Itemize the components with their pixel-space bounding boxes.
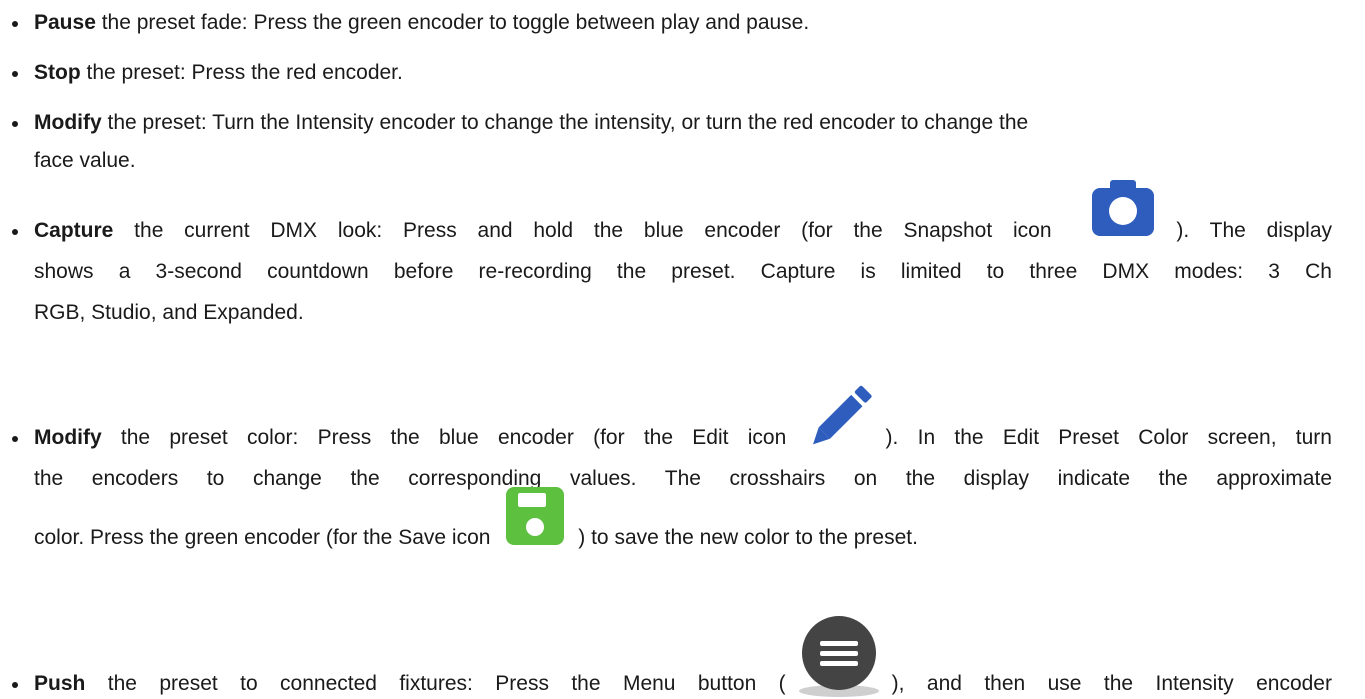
list-item-modify-color: Modify the preset color: Press the blue …	[12, 380, 1352, 605]
list-item-pause: Pause the preset fade: Press the green e…	[12, 10, 1352, 38]
list-item-line: Stop the preset: Press the red encoder.	[34, 60, 403, 86]
list-item-line: Modify the preset: Turn the Intensity en…	[34, 110, 1028, 136]
keyword: Modify	[34, 111, 102, 134]
keyword: Stop	[34, 61, 81, 84]
bullet	[12, 682, 18, 688]
item-text: the preset color: Press the blue encoder…	[101, 426, 806, 449]
keyword: Modify	[34, 426, 102, 449]
bullet	[12, 71, 18, 77]
list-item-line: face value.	[34, 148, 136, 174]
item-text: ), and then use the Intensity encoder	[891, 672, 1332, 695]
item-text: the preset: Turn the Intensity encoder t…	[101, 111, 1029, 134]
keyword: Pause	[34, 11, 96, 34]
list-item-modify-preset: Modify the preset: Turn the Intensity en…	[12, 110, 1352, 180]
item-text: ). In the Edit Preset Color screen, turn	[885, 426, 1332, 449]
list-item-line: Modify the preset color: Press the blue …	[34, 386, 1332, 451]
floppy-disk-icon	[502, 487, 568, 551]
list-item-capture: Capture the current DMX look: Press and …	[12, 180, 1352, 370]
list-item-line: Capture the current DMX look: Press and …	[34, 180, 1332, 244]
item-text: the preset to connected fixtures: Press …	[85, 672, 786, 695]
item-text: color. Press the green encoder (for the …	[34, 526, 497, 549]
item-text: the current DMX look: Press and hold the…	[113, 219, 1073, 242]
list-item-line: Push the preset to connected fixtures: P…	[34, 616, 1332, 698]
bullet	[12, 436, 18, 442]
bullet	[12, 121, 18, 127]
keyword: Push	[34, 672, 86, 695]
list-item-stop: Stop the preset: Press the red encoder.	[12, 60, 1352, 88]
bullet	[12, 229, 18, 235]
list-item-line: shows a 3-second countdown before re-rec…	[34, 259, 1332, 285]
item-text: ) to save the new color to the preset.	[578, 526, 918, 549]
pencil-icon	[806, 386, 878, 451]
item-text: ). The display	[1176, 219, 1332, 242]
list-item-line: the encoders to change the corresponding…	[34, 466, 1332, 492]
item-text: the encoders to change the corresponding…	[34, 467, 1332, 490]
list-item-line: Pause the preset fade: Press the green e…	[34, 10, 809, 36]
bullet	[12, 21, 18, 27]
item-text: shows a 3-second countdown before re-rec…	[34, 260, 1332, 283]
list-item-line: RGB, Studio, and Expanded.	[34, 300, 304, 326]
keyword: Capture	[34, 219, 114, 242]
item-text: face value.	[34, 149, 136, 172]
item-text: RGB, Studio, and Expanded.	[34, 301, 304, 324]
item-text: the preset: Press the red encoder.	[80, 61, 403, 84]
camera-icon	[1088, 180, 1158, 244]
menu-icon	[794, 616, 884, 698]
item-text: the preset fade: Press the green encoder…	[95, 11, 810, 34]
list-item-push: Push the preset to connected fixtures: P…	[12, 605, 1352, 699]
list-item-line: color. Press the green encoder (for the …	[34, 487, 918, 551]
